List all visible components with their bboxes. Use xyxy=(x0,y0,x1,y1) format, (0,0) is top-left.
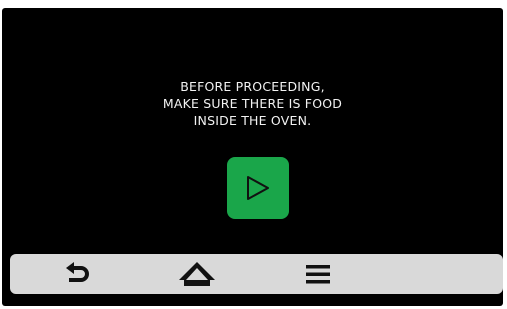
menu-icon xyxy=(306,265,330,284)
instruction-line-3: INSIDE THE OVEN. xyxy=(193,113,312,128)
instruction-line-2: MAKE SURE THERE IS FOOD xyxy=(162,96,343,111)
play-icon xyxy=(247,176,269,200)
bottom-navigation-bar xyxy=(10,254,503,294)
menu-button[interactable] xyxy=(288,254,348,294)
instruction-message: BEFORE PROCEEDING, MAKE SURE THERE IS FO… xyxy=(2,78,503,129)
instruction-line-1: BEFORE PROCEEDING, xyxy=(180,79,325,94)
back-arrow-icon xyxy=(66,262,89,282)
back-button[interactable] xyxy=(48,254,108,294)
home-icon xyxy=(179,262,215,286)
start-button[interactable] xyxy=(227,157,289,219)
home-button[interactable] xyxy=(167,254,227,294)
